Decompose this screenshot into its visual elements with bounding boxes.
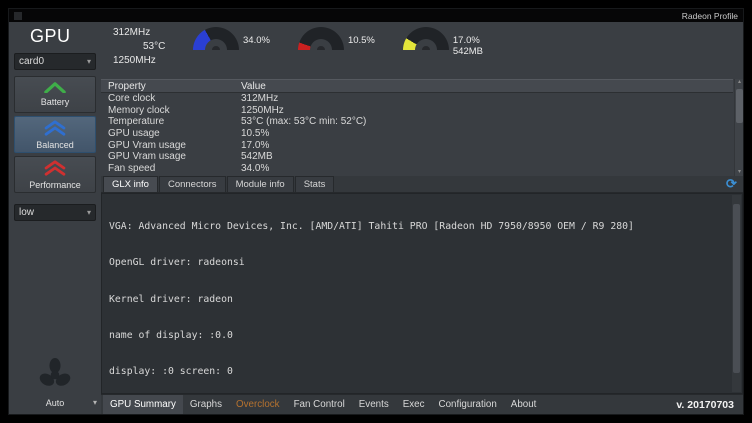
gpu-heading: GPU xyxy=(14,25,96,53)
table-row: Memory clock 1250MHz xyxy=(101,105,733,117)
tab-graphs[interactable]: Graphs xyxy=(183,395,229,414)
titlebar[interactable]: Radeon Profile xyxy=(9,9,743,22)
profile-performance-button[interactable]: Performance xyxy=(14,156,96,193)
tab-configuration[interactable]: Configuration xyxy=(432,395,504,414)
fan-speed-gauge: 34.0% xyxy=(193,27,270,57)
auto-label: Auto xyxy=(46,398,65,408)
fan-icon xyxy=(38,358,72,397)
row-property: GPU usage xyxy=(101,128,239,139)
content: GPU card0 ▾ Battery Balanced xyxy=(9,22,743,414)
window-title: Radeon Profile xyxy=(682,11,738,21)
sidebar: GPU card0 ▾ Battery Balanced xyxy=(9,22,101,414)
row-value: 1250MHz xyxy=(239,105,733,116)
gauge-pivot-dot xyxy=(317,46,325,50)
gpu-usage-value: 10.5% xyxy=(348,35,375,46)
tab-connectors[interactable]: Connectors xyxy=(159,176,226,192)
chevron-down-icon: ▾ xyxy=(87,57,91,66)
property-table: Property Value Core clock 312MHz Memory … xyxy=(101,79,743,176)
core-clock-reading: 312MHz xyxy=(113,27,150,38)
tab-gpu-summary[interactable]: GPU Summary xyxy=(103,395,183,414)
chevron-down-icon: ▾ xyxy=(87,208,91,217)
profile-performance-label: Performance xyxy=(29,180,81,190)
gauge-pivot-dot xyxy=(212,46,220,50)
row-value: 17.0% xyxy=(239,140,733,151)
temperature-reading: 53°C xyxy=(143,41,165,52)
profile-balanced-label: Balanced xyxy=(36,140,74,150)
tab-events[interactable]: Events xyxy=(352,395,396,414)
row-property: Fan speed xyxy=(101,163,239,174)
row-property: Memory clock xyxy=(101,105,239,116)
row-value: 34.0% xyxy=(239,163,733,174)
scroll-up-icon[interactable]: ▴ xyxy=(735,79,744,86)
row-value: 312MHz xyxy=(239,93,733,104)
table-scrollbar[interactable]: ▴ ▾ xyxy=(734,79,743,176)
tab-exec[interactable]: Exec xyxy=(396,395,432,414)
main-panel: 312MHz 53°C 1250MHz 34.0% xyxy=(101,22,743,414)
bottom-tabbar: GPU Summary Graphs Overclock Fan Control… xyxy=(101,394,743,414)
window-menu-icon[interactable] xyxy=(14,12,22,20)
balanced-double-chevron-icon xyxy=(44,120,66,138)
row-value: 542MB xyxy=(239,151,733,162)
power-level-select[interactable]: low ▾ xyxy=(14,204,96,221)
tab-module-info[interactable]: Module info xyxy=(227,176,294,192)
chevron-down-icon[interactable]: ▾ xyxy=(93,398,97,407)
scrollbar-thumb[interactable] xyxy=(736,89,743,123)
version-label: v. 20170703 xyxy=(676,395,743,414)
column-header-value: Value xyxy=(239,81,733,92)
info-tabbar: GLX info Connectors Module info Stats ⟳ xyxy=(101,176,743,193)
profile-battery-button[interactable]: Battery xyxy=(14,76,96,113)
row-property: Core clock xyxy=(101,93,239,104)
refresh-icon[interactable]: ⟳ xyxy=(724,177,739,192)
performance-double-chevron-icon xyxy=(44,160,66,178)
table-row: GPU usage 10.5% xyxy=(101,128,733,140)
row-property: Temperature xyxy=(101,116,239,127)
tab-about[interactable]: About xyxy=(504,395,544,414)
glx-line: OpenGL driver: radeonsi xyxy=(109,257,728,269)
table-row: Fan speed 34.0% xyxy=(101,163,733,175)
vram-usage-gauge: 17.0% 542MB xyxy=(403,27,483,57)
gauge-arc xyxy=(403,27,449,50)
table-row: Core clock 312MHz xyxy=(101,93,733,105)
glx-line: Kernel driver: radeon xyxy=(109,294,728,306)
column-header-property: Property xyxy=(101,81,239,92)
auto-fan-button[interactable]: Auto ▾ xyxy=(14,358,96,410)
gauges: 34.0% 10.5% xyxy=(193,27,483,57)
profile-balanced-button[interactable]: Balanced xyxy=(14,116,96,153)
glx-scrollbar[interactable] xyxy=(732,195,741,392)
row-value: 53°C (max: 53°C min: 52°C) xyxy=(239,116,733,127)
gauge-arc xyxy=(193,27,239,50)
gpu-usage-gauge: 10.5% xyxy=(298,27,375,57)
card-select-value: card0 xyxy=(19,56,44,67)
app-window: Radeon Profile GPU card0 ▾ Battery Balan… xyxy=(8,8,744,415)
table-row: GPU Vram usage 542MB xyxy=(101,151,733,163)
tab-glx-info[interactable]: GLX info xyxy=(103,176,158,192)
tab-fan-control[interactable]: Fan Control xyxy=(287,395,352,414)
profile-battery-label: Battery xyxy=(41,97,70,107)
glx-line: VGA: Advanced Micro Devices, Inc. [AMD/A… xyxy=(109,221,728,233)
gauge-arc xyxy=(298,27,344,50)
glx-line: display: :0 screen: 0 xyxy=(109,366,728,378)
battery-chevron-icon xyxy=(44,82,66,95)
sidebar-spacer xyxy=(14,227,96,358)
scroll-down-icon[interactable]: ▾ xyxy=(735,169,744,176)
glx-line: name of display: :0.0 xyxy=(109,330,728,342)
summary-header: 312MHz 53°C 1250MHz 34.0% xyxy=(101,22,743,79)
glx-info-text: VGA: Advanced Micro Devices, Inc. [AMD/A… xyxy=(101,193,743,394)
power-level-value: low xyxy=(19,207,34,218)
card-select[interactable]: card0 ▾ xyxy=(14,53,96,70)
memory-clock-reading: 1250MHz xyxy=(113,55,156,66)
row-property: GPU Vram usage xyxy=(101,151,239,162)
vram-usage-percent: 17.0% xyxy=(453,35,483,46)
tab-overclock[interactable]: Overclock xyxy=(229,395,287,414)
row-property: GPU Vram usage xyxy=(101,140,239,151)
row-value: 10.5% xyxy=(239,128,733,139)
tab-stats[interactable]: Stats xyxy=(295,176,335,192)
vram-usage-mb: 542MB xyxy=(453,46,483,57)
scrollbar-thumb[interactable] xyxy=(733,204,740,373)
table-header: Property Value xyxy=(101,79,733,93)
gauge-pivot-dot xyxy=(422,46,430,50)
table-row: Temperature 53°C (max: 53°C min: 52°C) xyxy=(101,116,733,128)
fan-speed-value: 34.0% xyxy=(243,35,270,46)
table-row: GPU Vram usage 17.0% xyxy=(101,139,733,151)
